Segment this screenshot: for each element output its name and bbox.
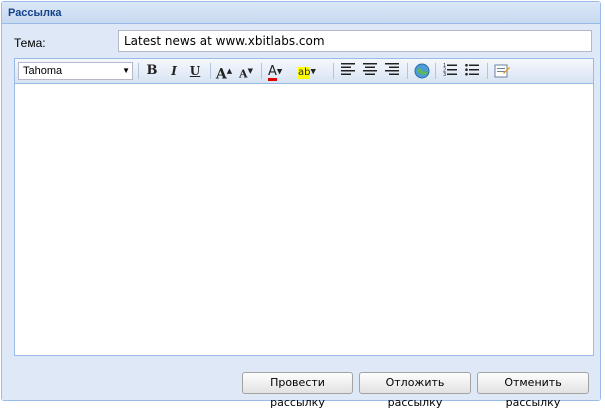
grow-text-icon: A bbox=[215, 66, 227, 83]
toolbar-separator bbox=[261, 63, 262, 79]
panel-title: Рассылка bbox=[2, 2, 600, 24]
bullet-list-button[interactable] bbox=[463, 63, 481, 79]
toolbar-separator bbox=[138, 63, 139, 79]
font-family-select[interactable]: Tahoma ▼ bbox=[18, 62, 133, 80]
align-right-button[interactable] bbox=[383, 63, 401, 79]
shrink-text-icon: A bbox=[239, 67, 248, 81]
editor-toolbar: Tahoma ▼ B I U A▲ A▼ A▼ ab▼ 1 2 3 bbox=[15, 59, 593, 84]
mailing-panel: Рассылка Тема: Tahoma ▼ B I U A▲ A▼ bbox=[1, 1, 601, 409]
chevron-down-icon: ▼ bbox=[276, 67, 283, 76]
chevron-down-icon: ▼ bbox=[122, 66, 130, 75]
align-center-button[interactable] bbox=[361, 63, 379, 79]
html-editor: Tahoma ▼ B I U A▲ A▼ A▼ ab▼ 1 2 3 bbox=[14, 58, 594, 356]
globe-link-icon bbox=[414, 63, 430, 79]
align-center-icon bbox=[363, 63, 377, 75]
align-right-icon bbox=[385, 63, 399, 75]
highlight-icon: ab bbox=[298, 67, 311, 79]
source-edit-button[interactable] bbox=[493, 63, 511, 79]
font-color-button[interactable]: A▼ bbox=[268, 63, 292, 81]
grow-text-button[interactable]: A▲ bbox=[215, 63, 233, 83]
toolbar-separator bbox=[333, 63, 334, 79]
ordered-list-button[interactable]: 123 bbox=[441, 63, 459, 79]
subject-input[interactable] bbox=[118, 30, 592, 52]
send-mailing-button[interactable]: Провести рассылку bbox=[242, 372, 353, 409]
bullet-list-icon bbox=[465, 63, 479, 76]
font-family-value: Tahoma bbox=[23, 65, 63, 77]
svg-text:3: 3 bbox=[443, 72, 446, 76]
insert-link-button[interactable] bbox=[413, 63, 431, 79]
subject-label: Тема: bbox=[14, 36, 46, 50]
panel-body: Тема: Tahoma ▼ B I U A▲ A▼ bbox=[2, 24, 600, 409]
source-edit-icon bbox=[494, 64, 510, 78]
align-left-icon bbox=[341, 63, 355, 75]
editor-content-area[interactable] bbox=[15, 84, 593, 355]
bold-button[interactable]: B bbox=[143, 63, 161, 79]
align-left-button[interactable] bbox=[339, 63, 357, 79]
ordered-list-icon: 123 bbox=[443, 63, 457, 78]
postpone-mailing-button[interactable]: Отложить рассылку bbox=[359, 372, 471, 409]
cancel-mailing-button[interactable]: Отменить рассылку bbox=[477, 372, 589, 409]
italic-button[interactable]: I bbox=[165, 63, 183, 79]
toolbar-separator bbox=[210, 63, 211, 79]
toolbar-separator bbox=[435, 63, 436, 79]
highlight-color-button[interactable]: ab▼ bbox=[298, 63, 324, 79]
chevron-down-icon: ▼ bbox=[310, 67, 316, 76]
shrink-text-button[interactable]: A▼ bbox=[237, 63, 255, 81]
toolbar-separator bbox=[407, 63, 408, 79]
underline-button[interactable]: U bbox=[186, 63, 204, 79]
font-color-icon: A bbox=[268, 64, 277, 81]
toolbar-separator bbox=[487, 63, 488, 79]
